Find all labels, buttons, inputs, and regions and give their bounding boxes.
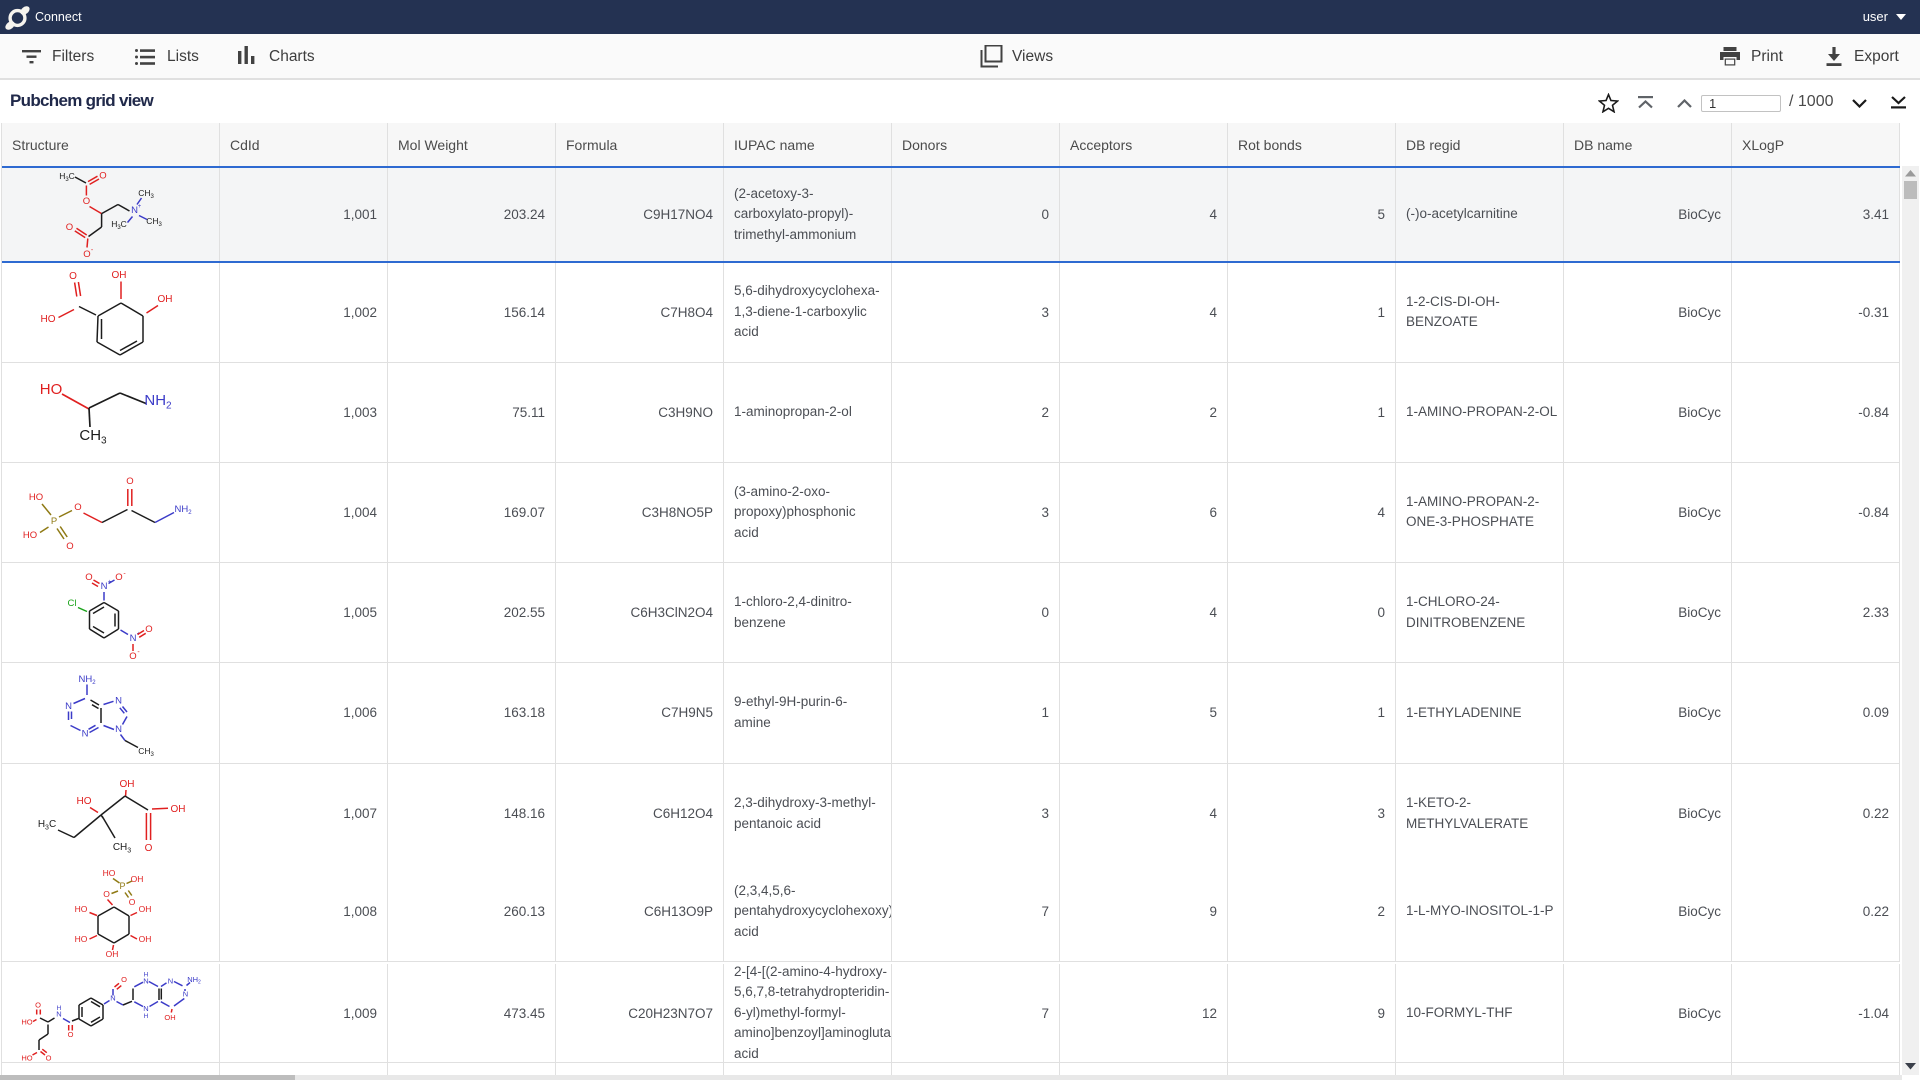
svg-text:HO: HO <box>23 530 37 541</box>
svg-text:OH: OH <box>164 1013 175 1022</box>
svg-text:OH: OH <box>139 904 152 914</box>
svg-text:HO: HO <box>40 381 63 398</box>
svg-text:O: O <box>74 502 81 513</box>
svg-text:O: O <box>66 541 73 552</box>
svg-text:HO: HO <box>29 492 43 503</box>
svg-text:O: O <box>129 651 136 662</box>
svg-text:O: O <box>121 975 127 984</box>
svg-text:HO: HO <box>21 1054 32 1063</box>
svg-text:O: O <box>115 572 122 583</box>
svg-text:O: O <box>66 222 73 233</box>
svg-text:OH: OH <box>106 949 119 959</box>
svg-text:O: O <box>69 271 77 282</box>
svg-text:H3C: H3C <box>38 819 56 832</box>
svg-text:O: O <box>85 572 92 583</box>
svg-text:H: H <box>57 1005 62 1012</box>
svg-text:HO: HO <box>77 796 92 807</box>
svg-text:N: N <box>168 977 173 986</box>
svg-text:P: P <box>51 516 57 527</box>
svg-text:OH: OH <box>112 270 127 281</box>
svg-text:NH2: NH2 <box>78 674 96 686</box>
svg-text:Cl: Cl <box>68 598 77 609</box>
svg-text:O: O <box>83 196 90 207</box>
svg-text:OH: OH <box>171 804 186 815</box>
svg-text:O: O <box>103 889 110 899</box>
svg-text:-: - <box>91 247 94 254</box>
svg-text:O: O <box>145 624 152 635</box>
svg-text:N: N <box>115 696 122 707</box>
svg-text:NH2: NH2 <box>187 975 201 986</box>
svg-text:H: H <box>144 1013 149 1020</box>
svg-text:-: - <box>137 649 140 656</box>
svg-text:H3C: H3C <box>111 219 127 231</box>
svg-text:CH3: CH3 <box>79 427 107 447</box>
svg-text:CH3: CH3 <box>138 746 154 758</box>
svg-text:P: P <box>119 881 125 891</box>
svg-text:HO: HO <box>41 314 56 325</box>
svg-text:O: O <box>145 843 153 854</box>
svg-text:+: + <box>138 204 142 210</box>
svg-text:HO: HO <box>75 904 88 914</box>
svg-text:O: O <box>35 1001 41 1010</box>
svg-text:H: H <box>144 972 149 979</box>
svg-text:HO: HO <box>21 1018 32 1027</box>
svg-text:OH: OH <box>120 779 135 790</box>
svg-text:-: - <box>123 571 126 578</box>
svg-text:O: O <box>83 249 90 259</box>
svg-text:N: N <box>115 724 122 735</box>
svg-text:NH2: NH2 <box>144 392 172 412</box>
svg-text:OH: OH <box>139 934 152 944</box>
svg-text:N: N <box>130 633 137 644</box>
svg-text:H3C: H3C <box>59 171 75 183</box>
svg-text:N: N <box>183 990 188 999</box>
svg-text:O: O <box>126 476 133 487</box>
svg-text:OH: OH <box>131 874 144 884</box>
svg-text:O: O <box>68 1030 74 1039</box>
svg-text:HO: HO <box>75 934 88 944</box>
svg-text:CH3: CH3 <box>146 216 162 228</box>
svg-text:HO: HO <box>103 868 116 878</box>
svg-text:O: O <box>99 171 106 182</box>
svg-text:N: N <box>101 581 108 592</box>
svg-text:CH3: CH3 <box>113 842 131 855</box>
svg-text:N: N <box>65 701 72 712</box>
svg-text:O: O <box>129 897 136 907</box>
svg-text:OH: OH <box>158 294 173 305</box>
svg-text:N: N <box>143 1004 148 1013</box>
svg-text:N: N <box>82 729 89 740</box>
svg-text:O: O <box>46 1054 52 1063</box>
svg-text:NH2: NH2 <box>174 504 192 516</box>
